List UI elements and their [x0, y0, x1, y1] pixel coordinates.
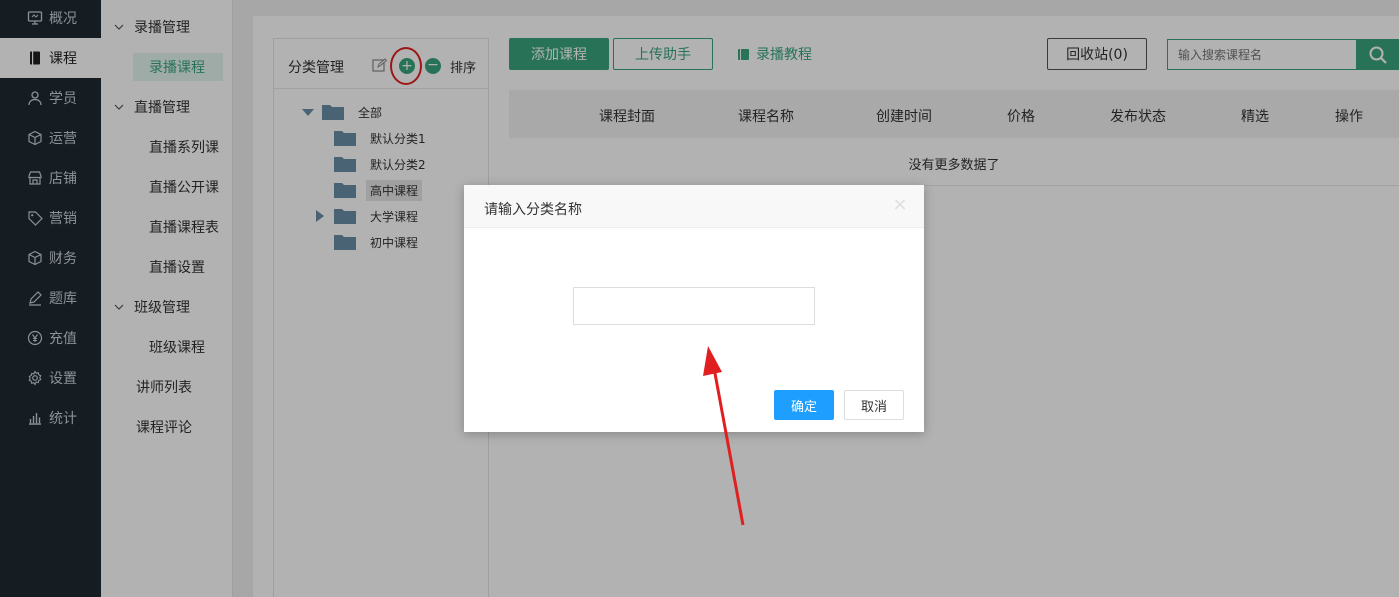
annotation-arrow	[703, 346, 745, 526]
close-icon[interactable]: ×	[890, 195, 910, 215]
cancel-button[interactable]: 取消	[844, 390, 904, 420]
confirm-button[interactable]: 确定	[774, 390, 834, 420]
dialog-title: 请输入分类名称	[484, 202, 582, 218]
dialog-header: 请输入分类名称 ×	[464, 185, 924, 228]
category-name-input[interactable]	[573, 287, 815, 325]
